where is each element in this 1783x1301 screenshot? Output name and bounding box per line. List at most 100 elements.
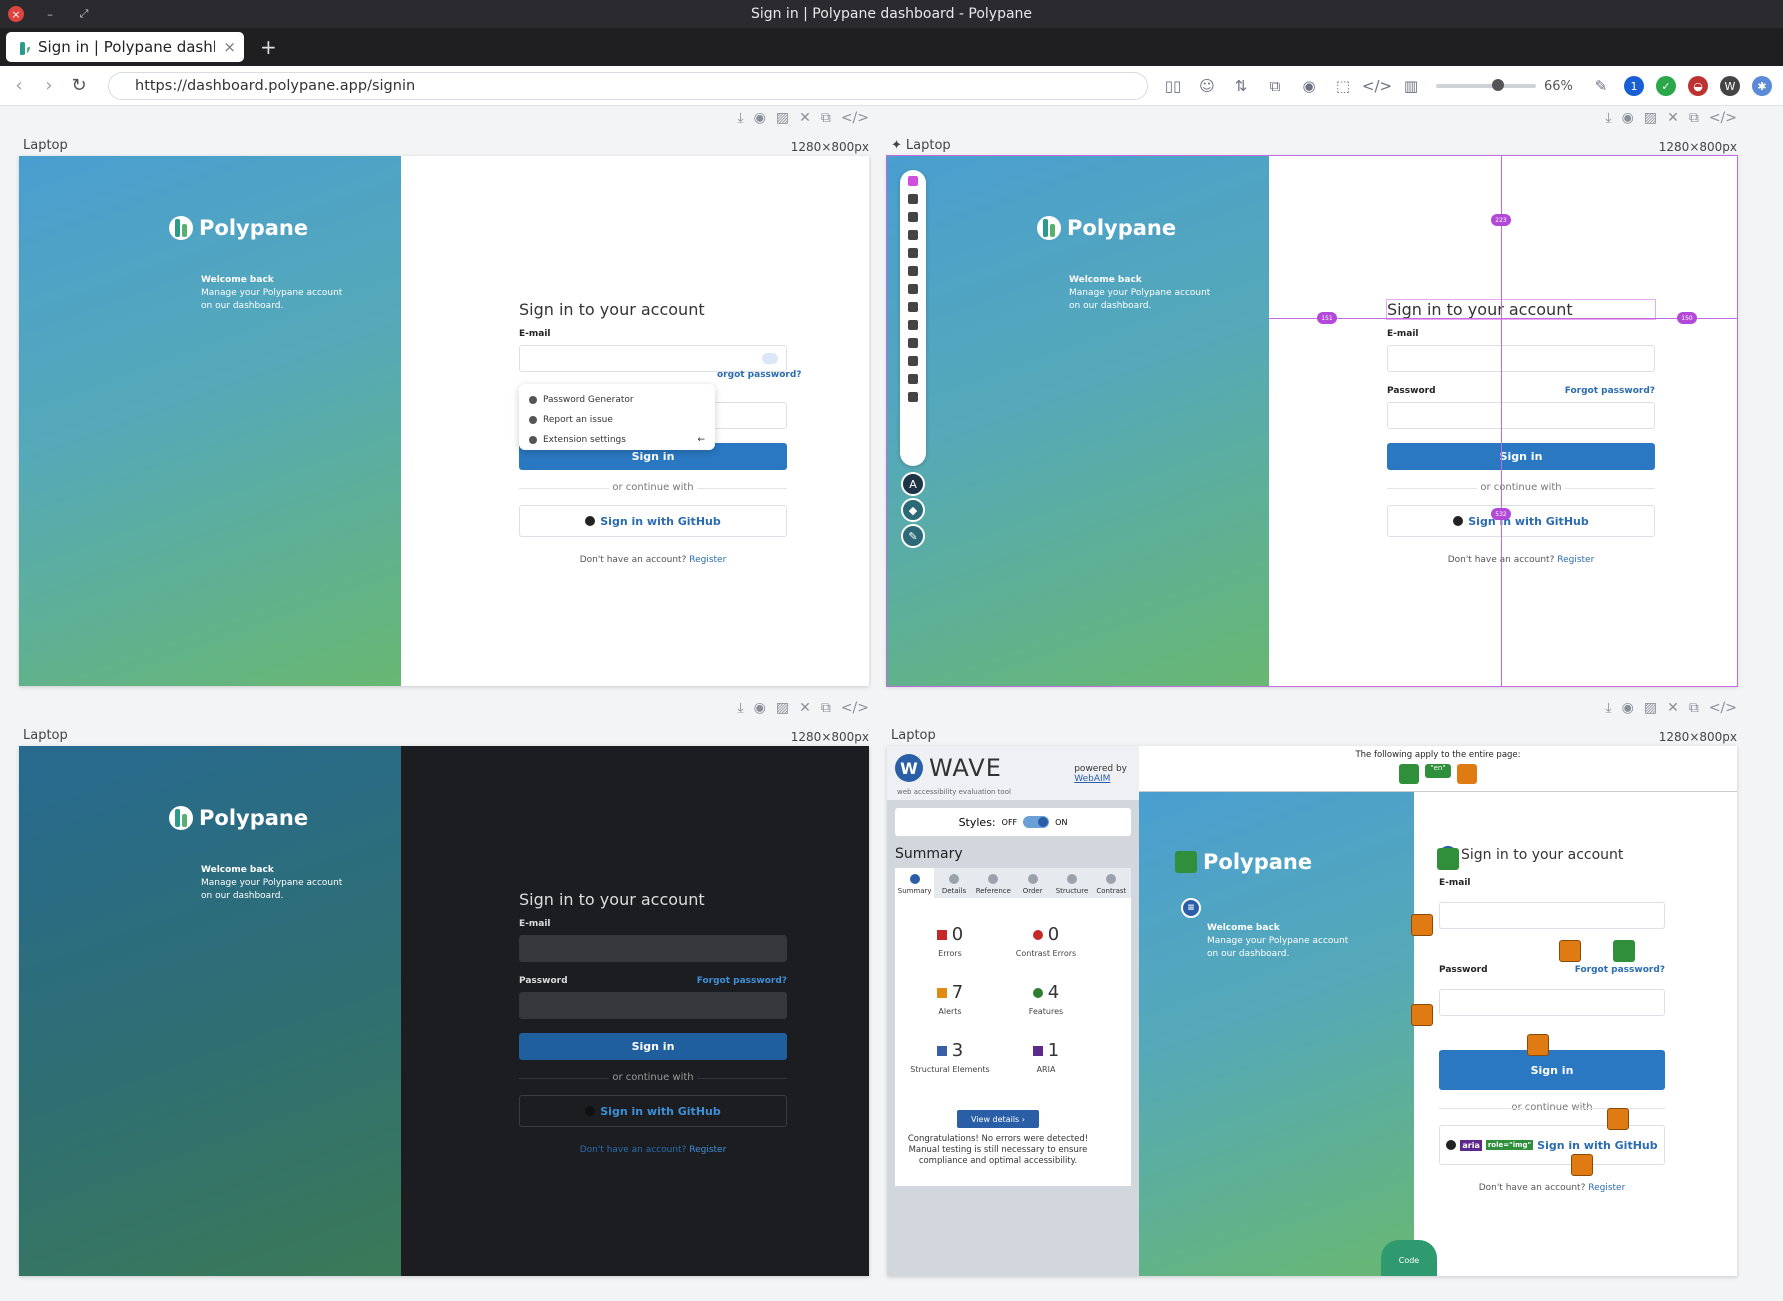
tab-reference[interactable]: Reference: [974, 868, 1013, 898]
alert-badge-icon[interactable]: [1571, 1154, 1593, 1176]
camera-icon[interactable]: ◉: [1622, 700, 1634, 722]
maximize-window-icon[interactable]: ⤢: [76, 6, 92, 22]
extensions-icon[interactable]: ✱: [1752, 76, 1772, 96]
move-icon[interactable]: [908, 230, 918, 240]
alert-badge-icon[interactable]: [1457, 764, 1477, 784]
camera-icon[interactable]: ◉: [754, 700, 766, 722]
pane-label[interactable]: Laptop: [891, 728, 936, 743]
camera-icon[interactable]: ◉: [1622, 110, 1634, 132]
address-bar[interactable]: https://dashboard.polypane.app/signin: [108, 72, 1148, 100]
info-icon[interactable]: [908, 194, 918, 204]
code-toggle[interactable]: Code: [1381, 1240, 1437, 1276]
screenshot-icon[interactable]: ◉: [1292, 66, 1326, 106]
devices-icon[interactable]: ⧉: [1689, 700, 1699, 722]
back-icon[interactable]: ‹: [8, 75, 30, 97]
code-icon[interactable]: </>: [1360, 66, 1394, 106]
browser-tab[interactable]: Sign in | Polypane dashboard ×: [6, 32, 244, 62]
label-badge-icon[interactable]: [1613, 940, 1635, 962]
password-field[interactable]: [1387, 402, 1655, 429]
forgot-link[interactable]: Forgot password?: [697, 976, 787, 986]
emulation-icon[interactable]: ⤓: [737, 700, 743, 722]
zoom-slider[interactable]: [1436, 79, 1536, 91]
text-icon[interactable]: [908, 356, 918, 366]
signin-button[interactable]: Sign in: [519, 1033, 787, 1060]
ruler-icon[interactable]: [908, 176, 918, 186]
tools-icon[interactable]: ✕: [1667, 700, 1679, 722]
popup-item[interactable]: Extension settings ←: [529, 430, 705, 450]
devices-icon[interactable]: ⧉: [821, 700, 831, 722]
tools-icon[interactable]: ✕: [799, 110, 811, 132]
new-tab-button[interactable]: +: [260, 35, 277, 59]
palette-icon[interactable]: [908, 320, 918, 330]
source-icon[interactable]: </>: [1709, 110, 1737, 132]
tab-order[interactable]: Order: [1013, 868, 1052, 898]
alert-badge-icon[interactable]: [1411, 1004, 1433, 1026]
font-button[interactable]: A: [901, 472, 925, 496]
tab-details[interactable]: Details: [934, 868, 973, 898]
alert-badge-icon[interactable]: [1527, 1034, 1549, 1056]
color-extension-icon[interactable]: ✓: [1656, 76, 1676, 96]
globe-icon[interactable]: [1399, 764, 1419, 784]
copy-icon[interactable]: [908, 248, 918, 258]
image-icon[interactable]: ▨: [1644, 110, 1657, 132]
tools-icon[interactable]: ✕: [1667, 110, 1679, 132]
layout-icon[interactable]: ▯▯: [1156, 66, 1190, 106]
language-badge[interactable]: "en": [1425, 764, 1451, 778]
label-badge-icon[interactable]: [1437, 848, 1459, 870]
toggle-switch[interactable]: [1023, 816, 1050, 828]
image-icon[interactable]: ▨: [776, 110, 789, 132]
settings-icon[interactable]: ☰: [1778, 66, 1783, 106]
source-icon[interactable]: </>: [841, 110, 869, 132]
edit-icon[interactable]: ✎: [1584, 66, 1618, 106]
sidebar-icon[interactable]: ▥: [1394, 66, 1428, 106]
password-field[interactable]: [519, 992, 787, 1019]
webaim-link[interactable]: WebAIM: [1074, 774, 1127, 784]
devices-icon[interactable]: ⧉: [821, 110, 831, 132]
devices-icon[interactable]: ⧉: [1689, 110, 1699, 132]
popup-item[interactable]: Password Generator: [529, 390, 705, 410]
styles-toggle[interactable]: Styles: OFF ON: [895, 808, 1131, 836]
forgot-link-partial[interactable]: orgot password?: [717, 370, 802, 380]
zoom-knob[interactable]: [1492, 79, 1504, 91]
email-field[interactable]: [1439, 902, 1665, 929]
password-manager-icon[interactable]: 1: [1624, 76, 1644, 96]
tab-close-icon[interactable]: ×: [223, 38, 236, 56]
fill-button[interactable]: ◆: [901, 498, 925, 522]
search-icon[interactable]: [908, 392, 918, 402]
source-icon[interactable]: </>: [841, 700, 869, 722]
back-arrow-icon[interactable]: ←: [697, 435, 705, 445]
inspect-icon[interactable]: ⬚: [1326, 66, 1360, 106]
spy-extension-icon[interactable]: ◒: [1688, 76, 1708, 96]
tab-contrast[interactable]: Contrast: [1092, 868, 1131, 898]
password-manager-field-icon[interactable]: [762, 353, 778, 364]
popup-item[interactable]: Report an issue: [529, 410, 705, 430]
tab-structure[interactable]: Structure: [1052, 868, 1091, 898]
alert-badge-icon[interactable]: [1411, 914, 1433, 936]
alert-badge-icon[interactable]: [1607, 1108, 1629, 1130]
tab-summary[interactable]: Summary: [895, 868, 935, 898]
emulation-icon[interactable]: ⤓: [1605, 110, 1611, 132]
camera-icon[interactable]: ◉: [754, 110, 766, 132]
panes-icon[interactable]: ⧉: [1258, 66, 1292, 106]
signin-button[interactable]: Sign in: [1387, 443, 1655, 470]
pane-label[interactable]: Laptop: [23, 728, 68, 743]
align-icon[interactable]: [908, 284, 918, 294]
person-icon[interactable]: ☺: [1190, 66, 1224, 106]
email-field[interactable]: [519, 935, 787, 962]
view-details-button[interactable]: View details ›: [957, 1110, 1039, 1128]
grid-icon[interactable]: [908, 302, 918, 312]
register-link[interactable]: Register: [1557, 555, 1594, 565]
signin-button[interactable]: Sign in: [1439, 1050, 1665, 1090]
pen-icon[interactable]: [908, 374, 918, 384]
password-field[interactable]: [1439, 989, 1665, 1016]
image-icon[interactable]: ▨: [776, 700, 789, 722]
email-field[interactable]: [1387, 345, 1655, 372]
aria-badge[interactable]: aria: [1460, 1139, 1482, 1151]
close-window-icon[interactable]: ×: [8, 6, 24, 22]
image-icon[interactable]: ▨: [1644, 700, 1657, 722]
layers-icon[interactable]: [908, 266, 918, 276]
role-img-badge[interactable]: role="img": [1485, 1140, 1534, 1150]
register-link[interactable]: Register: [689, 555, 726, 565]
minimize-window-icon[interactable]: –: [42, 6, 58, 22]
forgot-link[interactable]: Forgot password?: [1565, 386, 1655, 396]
